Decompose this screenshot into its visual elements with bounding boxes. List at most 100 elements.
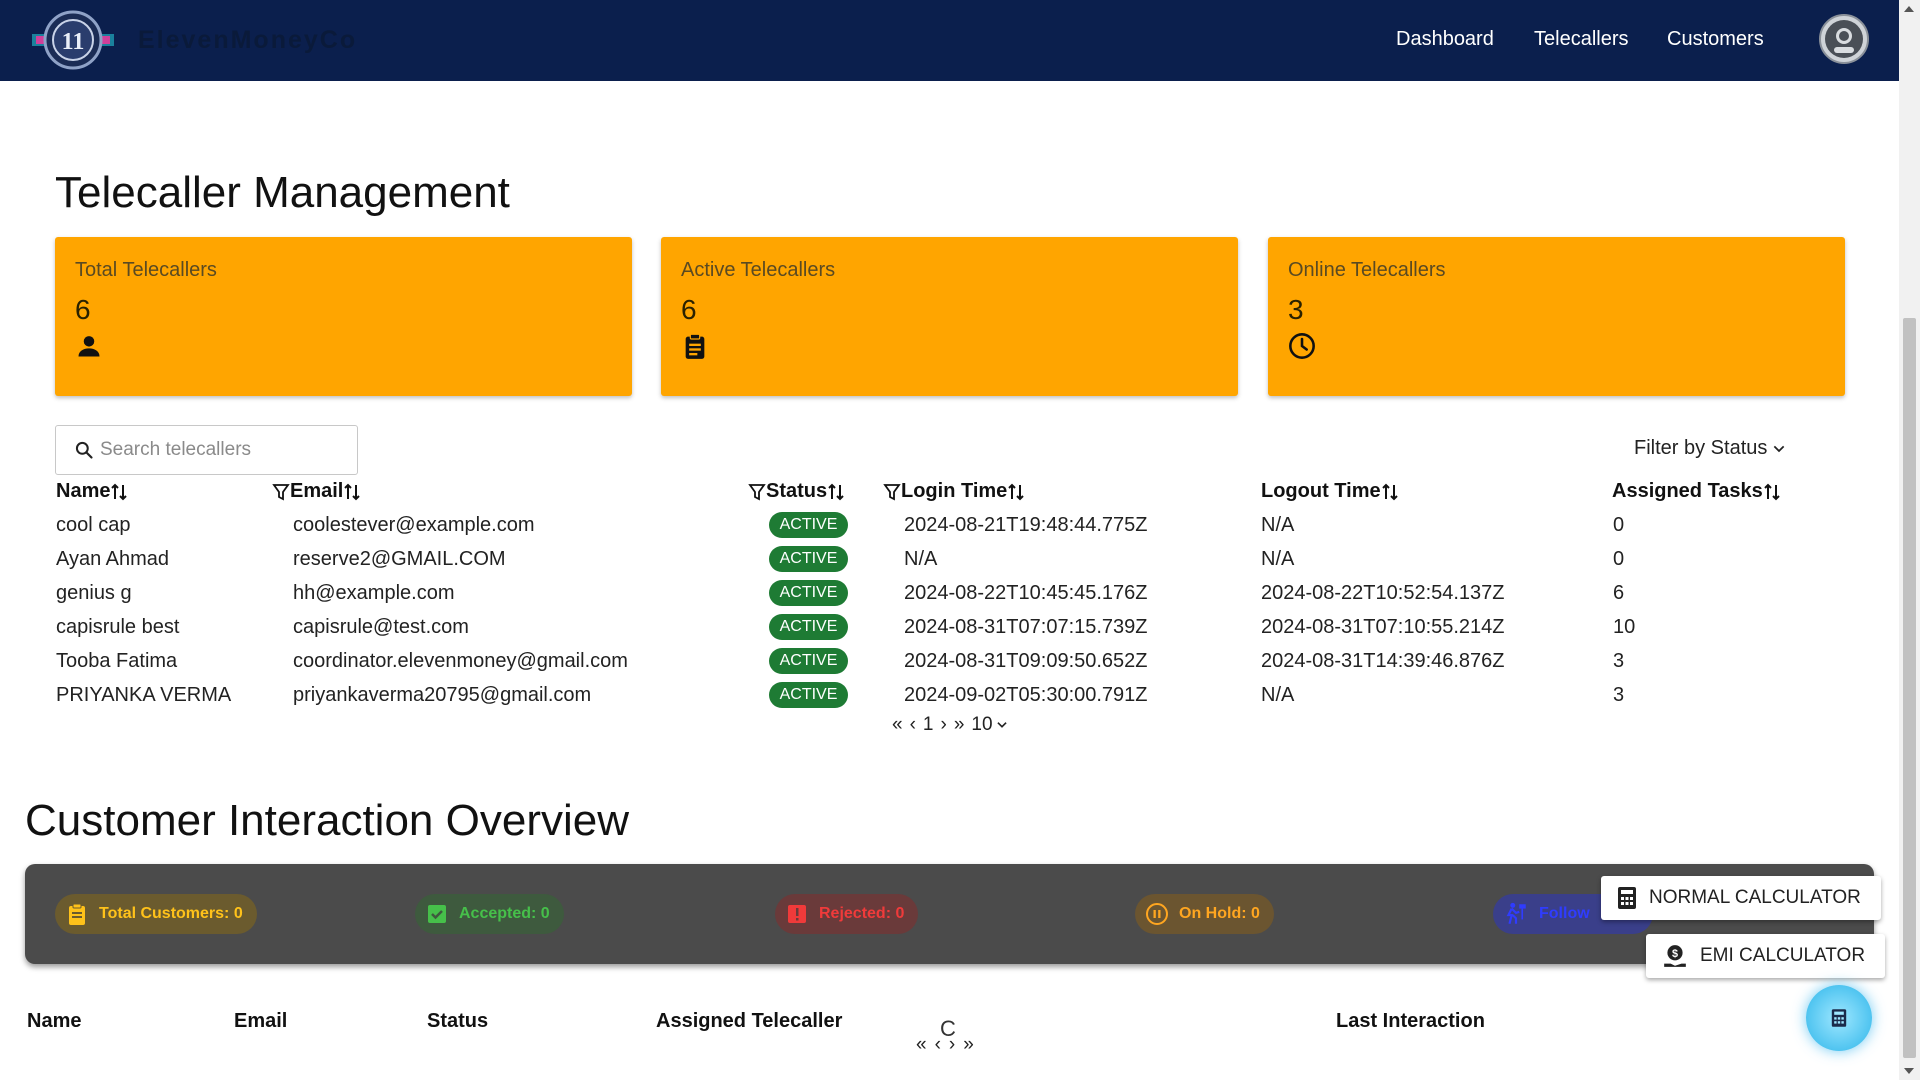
normal-calculator-label: NORMAL CALCULATOR bbox=[1649, 887, 1861, 908]
filter-icon[interactable] bbox=[272, 482, 290, 502]
rows-per-page-select[interactable]: 10 bbox=[971, 714, 1008, 736]
customer-column-last-interaction[interactable]: Last Interaction bbox=[1336, 1010, 1485, 1033]
on-hold-pill[interactable]: On Hold: 0 bbox=[1135, 894, 1274, 934]
rows-per-page-value: 10 bbox=[971, 714, 993, 735]
last-page-button[interactable]: » bbox=[963, 1034, 974, 1056]
status-badge: ACTIVE bbox=[769, 546, 848, 572]
cell-assigned-tasks: 0 bbox=[1613, 548, 1625, 570]
chevron-down-icon bbox=[1774, 445, 1785, 452]
sort-icon[interactable] bbox=[1007, 482, 1025, 502]
page-number[interactable]: 1 bbox=[923, 714, 934, 736]
top-navbar: 11 ElevenMoneyCo Dashboard Telecallers C… bbox=[0, 0, 1899, 81]
user-avatar[interactable] bbox=[1819, 14, 1869, 64]
customer-column-name[interactable]: Name bbox=[27, 1010, 81, 1033]
cell-name: Tooba Fatima bbox=[56, 650, 178, 672]
svg-text:$: $ bbox=[1672, 948, 1678, 960]
clock-icon bbox=[1289, 333, 1315, 359]
cell-login-time: 2024-08-31T09:09:50.652Z bbox=[904, 650, 1148, 672]
cell-email: hh@example.com bbox=[293, 582, 455, 604]
svg-text:11: 11 bbox=[62, 29, 85, 55]
sort-icon[interactable] bbox=[343, 482, 361, 502]
prev-page-button[interactable]: ‹ bbox=[935, 1034, 941, 1056]
cell-login-time: 2024-08-31T07:07:15.739Z bbox=[904, 616, 1148, 638]
customer-column-email[interactable]: Email bbox=[234, 1010, 287, 1033]
search-input[interactable] bbox=[100, 439, 340, 461]
sort-icon[interactable] bbox=[1763, 482, 1781, 502]
person-icon bbox=[78, 336, 100, 357]
filter-icon[interactable] bbox=[748, 482, 766, 502]
cell-login-time: N/A bbox=[904, 548, 938, 570]
status-badge: ACTIVE bbox=[769, 614, 848, 640]
sort-icon[interactable] bbox=[827, 482, 845, 502]
filter-by-status-dropdown[interactable]: Filter by Status bbox=[1634, 437, 1787, 460]
calculator-fab-button[interactable] bbox=[1806, 985, 1872, 1051]
accepted-label: Accepted: 0 bbox=[459, 905, 550, 922]
first-page-button[interactable]: « bbox=[916, 1034, 927, 1056]
brand-name[interactable]: ElevenMoneyCo bbox=[138, 26, 357, 55]
stat-card-active: Active Telecallers 6 bbox=[661, 237, 1238, 396]
column-label: Email bbox=[290, 480, 344, 502]
next-page-button[interactable]: › bbox=[940, 714, 946, 736]
scroll-down-icon[interactable] bbox=[1904, 1068, 1914, 1074]
last-page-button[interactable]: » bbox=[954, 714, 965, 736]
stat-card-label: Online Telecallers bbox=[1288, 259, 1446, 281]
stat-card-value: 6 bbox=[681, 294, 697, 325]
scroll-up-icon[interactable] bbox=[1904, 6, 1914, 12]
exclamation-icon bbox=[788, 905, 806, 923]
nav-telecallers[interactable]: Telecallers bbox=[1534, 28, 1628, 51]
column-header-email[interactable]: Email bbox=[272, 480, 361, 503]
user-avatar-icon bbox=[1825, 20, 1863, 58]
normal-calculator-button[interactable]: NORMAL CALCULATOR bbox=[1601, 876, 1881, 920]
stat-card-online: Online Telecallers 3 bbox=[1268, 237, 1845, 396]
stat-card-label: Total Telecallers bbox=[75, 259, 217, 281]
follow-up-icon bbox=[1506, 902, 1526, 925]
rejected-pill[interactable]: Rejected: 0 bbox=[775, 894, 919, 934]
cell-email: capisrule@test.com bbox=[293, 616, 469, 638]
sort-icon[interactable] bbox=[1381, 482, 1399, 502]
nav-customers[interactable]: Customers bbox=[1667, 28, 1764, 51]
telecaller-pagination: « ‹ 1 › » 10 bbox=[892, 714, 1009, 736]
column-header-logout-time[interactable]: Logout Time bbox=[1261, 480, 1399, 503]
emi-calculator-button[interactable]: $ EMI CALCULATOR bbox=[1646, 934, 1886, 978]
column-header-login-time[interactable]: Login Time bbox=[883, 480, 1025, 503]
cell-logout-time: N/A bbox=[1261, 548, 1295, 570]
scroll-thumb[interactable] bbox=[1903, 318, 1916, 1058]
prev-page-button[interactable]: ‹ bbox=[910, 714, 916, 736]
column-label: Logout Time bbox=[1261, 480, 1381, 502]
total-customers-pill[interactable]: Total Customers: 0 bbox=[55, 894, 257, 934]
emi-calculator-label: EMI CALCULATOR bbox=[1700, 945, 1866, 966]
cell-email: priyankaverma20795@gmail.com bbox=[293, 684, 592, 706]
filter-by-status-label: Filter by Status bbox=[1634, 437, 1768, 459]
cell-logout-time: N/A bbox=[1261, 514, 1295, 536]
search-telecallers[interactable] bbox=[55, 425, 358, 475]
page-scrollbar[interactable] bbox=[1899, 0, 1920, 1080]
cell-name: capisrule best bbox=[56, 616, 180, 638]
cell-email: coordinator.elevenmoney@gmail.com bbox=[293, 650, 628, 672]
first-page-button[interactable]: « bbox=[892, 714, 903, 736]
filter-icon[interactable] bbox=[883, 482, 901, 502]
brand-logo-icon[interactable]: 11 bbox=[28, 8, 118, 72]
next-page-button[interactable]: › bbox=[949, 1034, 955, 1056]
cell-assigned-tasks: 6 bbox=[1613, 582, 1625, 604]
cell-logout-time: 2024-08-22T10:52:54.137Z bbox=[1261, 582, 1505, 604]
status-badge: ACTIVE bbox=[769, 580, 848, 606]
accepted-pill[interactable]: Accepted: 0 bbox=[415, 894, 564, 934]
column-label: Status bbox=[766, 480, 828, 502]
nav-dashboard[interactable]: Dashboard bbox=[1396, 28, 1494, 51]
on-hold-label: On Hold: 0 bbox=[1179, 905, 1260, 922]
column-header-assigned-tasks[interactable]: Assigned Tasks bbox=[1612, 480, 1781, 503]
customer-column-status[interactable]: Status bbox=[427, 1010, 488, 1033]
sort-icon[interactable] bbox=[110, 482, 128, 502]
cell-name: PRIYANKA VERMA bbox=[56, 684, 232, 706]
column-label: Name bbox=[56, 480, 111, 502]
cell-name: Ayan Ahmad bbox=[56, 548, 170, 570]
cell-login-time: 2024-08-22T10:45:45.176Z bbox=[904, 582, 1148, 604]
chevron-down-icon bbox=[996, 722, 1007, 728]
cell-name: cool cap bbox=[56, 514, 131, 536]
calculator-icon bbox=[1831, 1009, 1847, 1027]
column-header-status[interactable]: Status bbox=[748, 480, 845, 503]
stat-card-value: 6 bbox=[75, 294, 91, 325]
column-header-name[interactable]: Name bbox=[56, 480, 128, 503]
customer-column-assigned-telecaller[interactable]: Assigned Telecaller bbox=[656, 1010, 842, 1033]
cell-assigned-tasks: 0 bbox=[1613, 514, 1625, 536]
